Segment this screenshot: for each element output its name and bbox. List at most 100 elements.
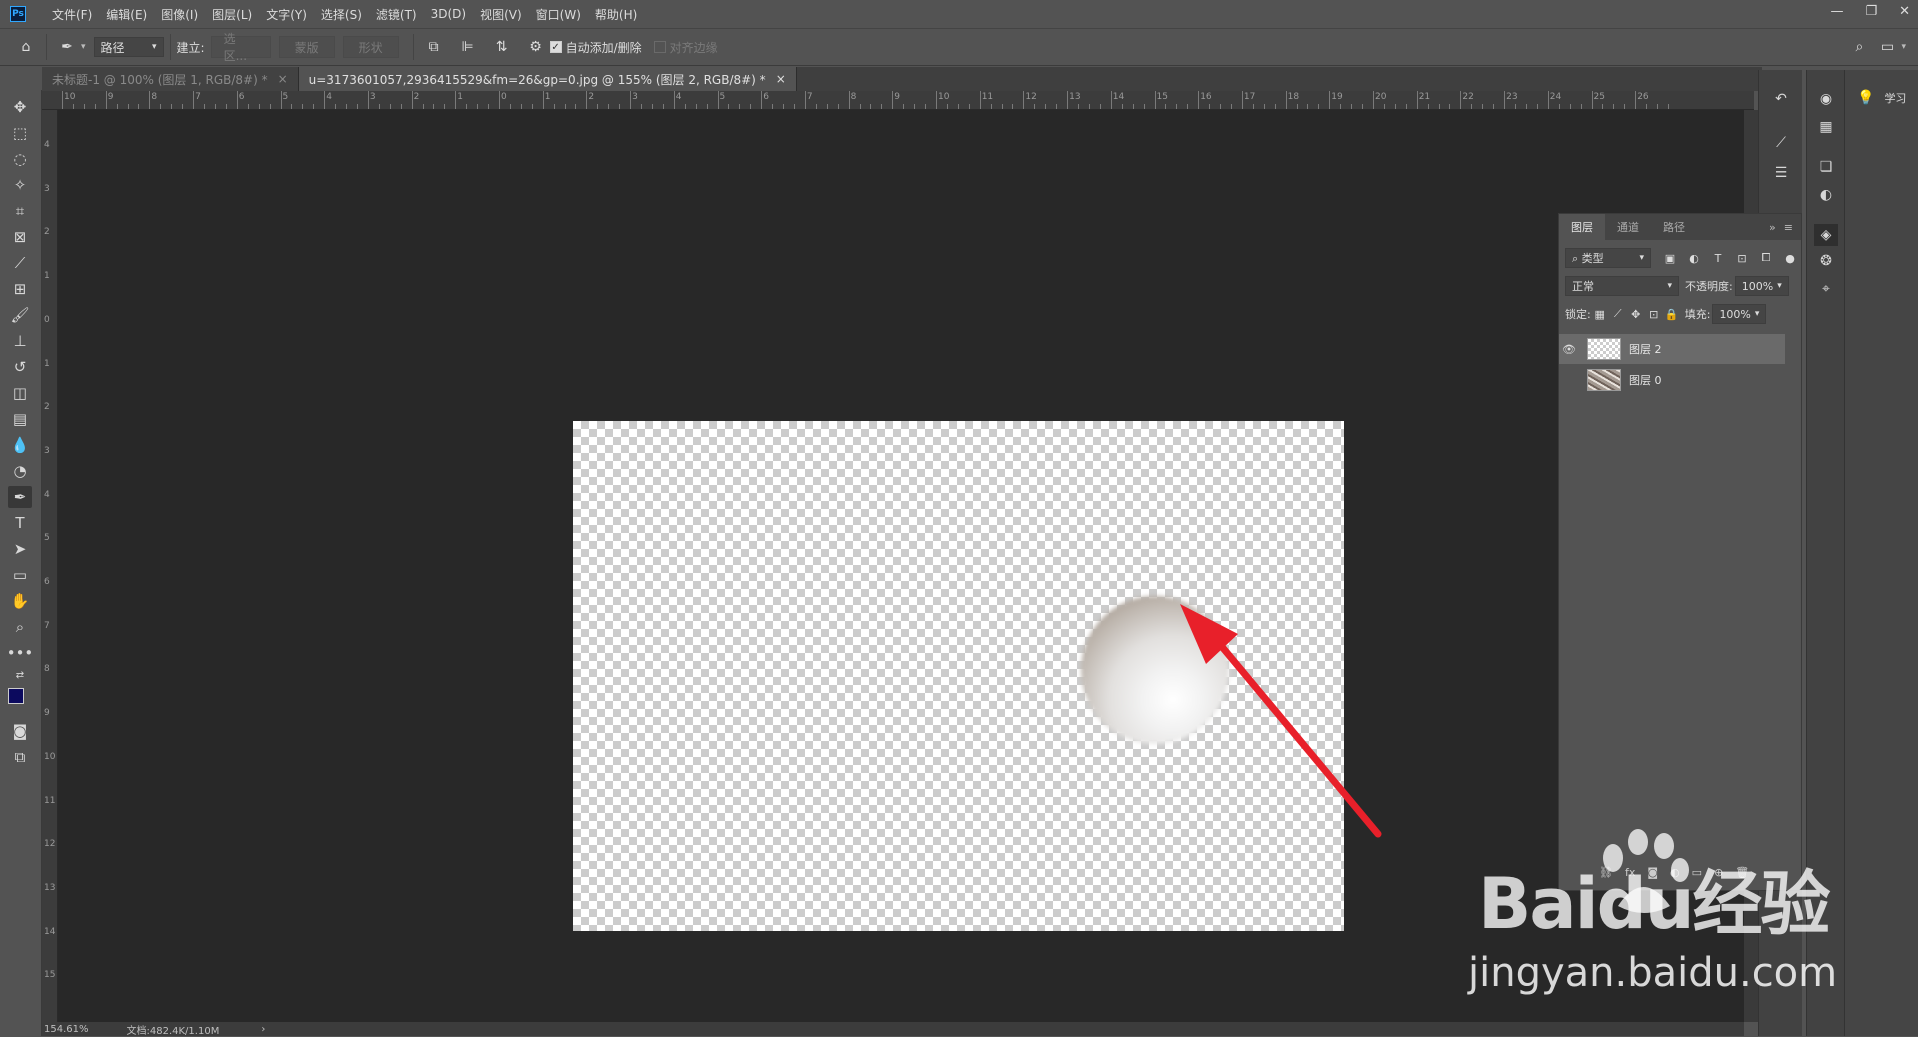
menu-3d[interactable]: 3D(D) <box>431 7 466 21</box>
document-canvas[interactable] <box>573 421 1344 931</box>
pen-mode-select[interactable]: 路径 ▾ <box>93 37 164 57</box>
workspace-icon[interactable]: ▭ <box>1877 37 1897 57</box>
menu-window[interactable]: 窗口(W) <box>536 6 581 23</box>
menu-edit[interactable]: 编辑(E) <box>106 6 147 23</box>
tab-paths[interactable]: 路径 <box>1651 214 1697 240</box>
gear-icon[interactable]: ⚙ <box>526 37 546 57</box>
panel-menu-icon[interactable]: ≡ <box>1784 221 1793 234</box>
path-alignment-icon[interactable]: ⊫ <box>458 37 478 57</box>
path-arrangement-icon[interactable]: ⇅ <box>492 37 512 57</box>
ruler-tick <box>597 104 599 109</box>
learn-button[interactable]: 💡 学习 <box>1857 90 1906 106</box>
frame-tool-icon[interactable]: ⊠ <box>8 226 32 248</box>
rectangle-tool-icon[interactable]: ▭ <box>8 564 32 586</box>
paths-icon[interactable]: ⌖ <box>1814 278 1838 300</box>
move-tool-icon[interactable]: ✥ <box>8 96 32 118</box>
magic-wand-tool-icon[interactable]: ✧ <box>8 174 32 196</box>
pen-tool-icon[interactable]: ✒ <box>57 37 77 57</box>
auto-add-delete-checkbox[interactable]: ✓ <box>549 41 562 53</box>
filter-shape-icon[interactable]: ⊡ <box>1733 249 1751 267</box>
color-icon[interactable]: ◉ <box>1814 88 1838 110</box>
eye-icon[interactable]: 👁 <box>1559 334 1579 364</box>
make-shape-button[interactable]: 形状 <box>342 36 399 58</box>
close-button[interactable]: ✕ <box>1899 4 1910 19</box>
ruler-tick <box>1067 91 1069 109</box>
menu-layer[interactable]: 图层(L) <box>212 6 252 23</box>
history-brush-tool-icon[interactable]: ↺ <box>8 356 32 378</box>
tab-layers[interactable]: 图层 <box>1559 214 1605 240</box>
channels-icon[interactable]: ❂ <box>1814 250 1838 272</box>
brush-settings-icon[interactable]: ⟋ <box>1769 132 1793 154</box>
eraser-tool-icon[interactable]: ◫ <box>8 382 32 404</box>
type-tool-icon[interactable]: T <box>8 512 32 534</box>
quick-mask-icon[interactable]: ◙ <box>8 720 32 742</box>
status-expand-icon[interactable]: › <box>261 1024 265 1035</box>
blend-mode-select[interactable]: 正常 ▾ <box>1565 276 1679 296</box>
menu-view[interactable]: 视图(V) <box>480 6 522 23</box>
make-mask-button[interactable]: 蒙版 <box>278 36 335 58</box>
close-icon[interactable]: × <box>776 72 786 86</box>
menu-image[interactable]: 图像(I) <box>161 6 198 23</box>
menu-file[interactable]: 文件(F) <box>52 6 92 23</box>
make-selection-button[interactable]: 选区... <box>210 32 271 63</box>
collapse-panel-icon[interactable]: » <box>1769 221 1776 234</box>
crop-tool-icon[interactable]: ⌗ <box>8 200 32 222</box>
brush-tool-icon[interactable]: 🖌 <box>8 304 32 326</box>
tab-untitled-1[interactable]: 未标题-1 @ 100% (图层 1, RGB/8#) * × <box>42 67 299 91</box>
swap-colors-icon[interactable]: ⇄ <box>8 664 32 686</box>
menu-type[interactable]: 文字(Y) <box>266 6 307 23</box>
lock-all-icon[interactable]: 🔒 <box>1663 305 1681 323</box>
visibility-toggle-off[interactable] <box>1559 365 1579 395</box>
path-operations-icon[interactable]: ⧉ <box>424 37 444 57</box>
libraries-icon[interactable]: ❏ <box>1814 156 1838 178</box>
layer-filter-select[interactable]: ⌕ 类型 ▾ <box>1565 248 1651 268</box>
minimize-button[interactable]: — <box>1830 4 1843 19</box>
gradient-tool-icon[interactable]: ▤ <box>8 408 32 430</box>
filter-smart-object-icon[interactable]: ⧠ <box>1757 249 1775 267</box>
lock-position-icon[interactable]: ✥ <box>1627 305 1645 323</box>
pen-tool-icon[interactable]: ✒ <box>8 486 32 508</box>
clone-stamp-tool-icon[interactable]: ⊥ <box>8 330 32 352</box>
swatches-icon[interactable]: ▦ <box>1814 116 1838 138</box>
chevron-down-icon[interactable]: ▾ <box>1901 42 1906 52</box>
filter-type-icon[interactable]: T <box>1709 249 1727 267</box>
zoom-tool-icon[interactable]: ⌕ <box>8 616 32 638</box>
home-icon[interactable]: ⌂ <box>16 37 36 57</box>
path-selection-tool-icon[interactable]: ➤ <box>8 538 32 560</box>
tab-current-image[interactable]: u=3173601057,2936415529&fm=26&gp=0.jpg @… <box>298 67 797 91</box>
screen-mode-icon[interactable]: ⧉ <box>8 746 32 768</box>
zoom-level[interactable]: 154.61% <box>44 1024 89 1035</box>
opacity-field[interactable]: 100% ▾ <box>1734 276 1789 296</box>
lock-artboard-icon[interactable]: ⊡ <box>1645 305 1663 323</box>
blur-tool-icon[interactable]: 💧 <box>8 434 32 456</box>
layers-icon[interactable]: ◈ <box>1814 224 1838 246</box>
close-icon[interactable]: × <box>278 72 288 86</box>
adjustments-icon[interactable]: ◐ <box>1814 184 1838 206</box>
hand-tool-icon[interactable]: ✋ <box>8 590 32 612</box>
fill-field[interactable]: 100% ▾ <box>1712 304 1767 324</box>
lock-image-icon[interactable]: ⟋ <box>1609 305 1627 323</box>
layer-row[interactable]: 图层 0 <box>1559 365 1785 395</box>
search-icon[interactable]: ⌕ <box>1849 37 1869 57</box>
align-edges-checkbox[interactable] <box>653 41 666 53</box>
lasso-tool-icon[interactable]: ◌ <box>8 148 32 170</box>
properties-icon[interactable]: ☰ <box>1769 162 1793 184</box>
healing-brush-tool-icon[interactable]: ⊞ <box>8 278 32 300</box>
filter-pixel-icon[interactable]: ▣ <box>1661 249 1679 267</box>
more-tools-icon[interactable]: ••• <box>7 642 34 664</box>
tab-channels[interactable]: 通道 <box>1605 214 1651 240</box>
restore-button[interactable]: ❐ <box>1865 4 1877 19</box>
layer-row[interactable]: 👁 图层 2 <box>1559 334 1785 364</box>
marquee-tool-icon[interactable]: ⬚ <box>8 122 32 144</box>
foreground-color-swatch[interactable] <box>8 688 24 704</box>
lock-transparent-icon[interactable]: ▦ <box>1591 305 1609 323</box>
filter-toggle-icon[interactable]: ● <box>1781 249 1799 267</box>
menu-filter[interactable]: 滤镜(T) <box>376 6 417 23</box>
dodge-tool-icon[interactable]: ◔ <box>8 460 32 482</box>
history-icon[interactable]: ↶ <box>1769 88 1793 110</box>
menu-select[interactable]: 选择(S) <box>321 6 362 23</box>
menu-help[interactable]: 帮助(H) <box>595 6 637 23</box>
filter-adjustment-icon[interactable]: ◐ <box>1685 249 1703 267</box>
eyedropper-tool-icon[interactable]: ⟋ <box>8 252 32 274</box>
chevron-down-icon[interactable]: ▾ <box>81 42 86 52</box>
